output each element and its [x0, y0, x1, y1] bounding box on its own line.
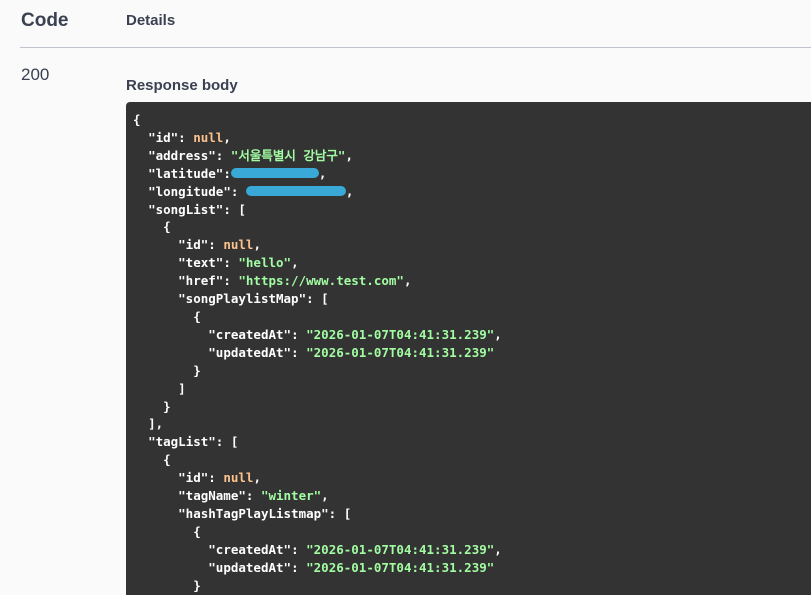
json-key-id: "id": [178, 237, 209, 253]
json-key-updatedat: "updatedAt": [208, 344, 292, 360]
json-href-value: "https://www.test.com": [238, 273, 404, 289]
header-divider: [20, 47, 811, 48]
json-key-id: "id": [148, 129, 179, 145]
json-null-value: null: [223, 470, 254, 486]
json-key-hashtagplaylistmap: "hashTagPlayListmap": [178, 505, 329, 521]
json-key-createdat: "createdAt": [208, 326, 292, 342]
json-key-songlist: "songList": [148, 201, 224, 217]
json-timestamp-value: "2026-01-07T04:41:31.239": [306, 559, 495, 575]
response-status-code: 200: [21, 65, 50, 84]
json-key-text: "text": [178, 255, 224, 271]
json-tagname-value: "winter": [260, 488, 322, 504]
json-key-songplaylistmap: "songPlaylistMap": [178, 291, 307, 307]
json-address-value: "서울특별시 강남구": [230, 147, 346, 163]
json-key-updatedat: "updatedAt": [208, 559, 292, 575]
json-key-href: "href": [178, 273, 224, 289]
json-key-id: "id": [178, 470, 209, 486]
response-body-code-block[interactable]: { "id": null, "address": "서울특별시 강남구", "l…: [126, 102, 811, 595]
json-timestamp-value: "2026-01-07T04:41:31.239": [306, 344, 495, 360]
json-timestamp-value: "2026-01-07T04:41:31.239": [306, 326, 495, 342]
json-key-taglist: "tagList": [148, 434, 216, 450]
redaction-mark-longitude: [245, 186, 346, 197]
json-key-longitude: "longitude": [148, 183, 231, 199]
json-key-createdat: "createdAt": [208, 541, 292, 557]
response-body-label: Response body: [126, 77, 238, 94]
json-null-value: null: [223, 237, 254, 253]
json-text-value: "hello": [238, 255, 292, 271]
json-key-latitude: "latitude": [148, 165, 224, 181]
response-json[interactable]: { "id": null, "address": "서울특별시 강남구", "l…: [126, 102, 811, 594]
json-timestamp-value: "2026-01-07T04:41:31.239": [306, 541, 495, 557]
json-null-value: null: [193, 129, 224, 145]
json-key-address: "address": [148, 147, 216, 163]
json-key-tagname: "tagName": [178, 488, 246, 504]
column-header-code: Code: [21, 10, 69, 31]
column-header-details: Details: [126, 12, 176, 29]
redaction-mark-latitude: [230, 168, 319, 179]
